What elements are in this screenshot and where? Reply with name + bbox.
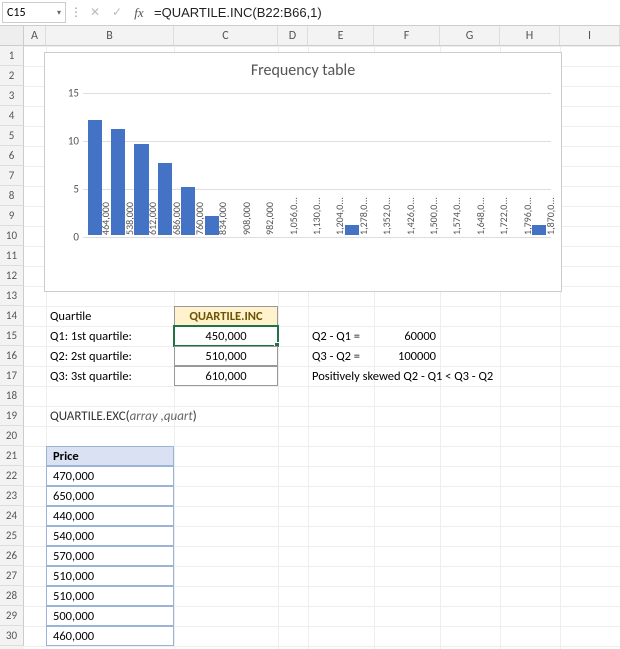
chart-y-tick: 5 bbox=[61, 183, 79, 196]
price-cell: 470,000 bbox=[46, 466, 174, 486]
row-header[interactable]: 19 bbox=[0, 406, 24, 426]
sheet-grid[interactable]: Frequency table 0 5 10 15 464,000538,000612… bbox=[24, 46, 620, 649]
row-header[interactable]: 28 bbox=[0, 586, 24, 606]
row-header[interactable]: 7 bbox=[0, 166, 24, 186]
row-header[interactable]: 8 bbox=[0, 186, 24, 206]
column-header[interactable]: H bbox=[500, 26, 560, 45]
row-header[interactable]: 14 bbox=[0, 306, 24, 326]
price-header: Price bbox=[46, 446, 174, 466]
fx-icon[interactable]: fx bbox=[128, 0, 150, 25]
chart-x-labels: 464,000538,000612,000686,000760,000834,0… bbox=[83, 235, 551, 287]
row-header[interactable]: 11 bbox=[0, 246, 24, 266]
row-header[interactable]: 10 bbox=[0, 226, 24, 246]
quartile-header-label: Quartile bbox=[46, 306, 174, 326]
row-header[interactable]: 4 bbox=[0, 106, 24, 126]
column-header[interactable]: D bbox=[278, 26, 308, 45]
row-header[interactable]: 20 bbox=[0, 426, 24, 446]
column-header[interactable]: E bbox=[308, 26, 374, 45]
quartile-row-label: Q1: 1st quartile: bbox=[46, 326, 174, 346]
active-cell-ref: C15 bbox=[7, 6, 26, 20]
column-header[interactable]: G bbox=[440, 26, 500, 45]
row-headers: 1234567891011121314151617181920212223242… bbox=[0, 46, 24, 649]
chart-title: Frequency table bbox=[45, 61, 561, 80]
chart-y-tick: 15 bbox=[61, 87, 79, 100]
row-header[interactable]: 5 bbox=[0, 126, 24, 146]
divider-dots-icon: ⋮ bbox=[68, 0, 84, 25]
row-header[interactable]: 26 bbox=[0, 546, 24, 566]
name-box[interactable]: C15 ▾ bbox=[2, 2, 66, 23]
price-cell: 440,000 bbox=[46, 506, 174, 526]
row-header[interactable]: 9 bbox=[0, 206, 24, 226]
diff-value: 60000 bbox=[374, 326, 440, 346]
row-header[interactable]: 16 bbox=[0, 346, 24, 366]
excel-viewport: C15 ▾ ⋮ ✕ ✓ fx ABCDEFGHI 123456789101112… bbox=[0, 0, 620, 649]
cancel-icon[interactable]: ✕ bbox=[84, 0, 106, 25]
column-header[interactable]: F bbox=[374, 26, 440, 45]
price-cell: 570,000 bbox=[46, 546, 174, 566]
column-header[interactable]: B bbox=[46, 26, 174, 45]
row-header[interactable]: 23 bbox=[0, 486, 24, 506]
price-cell: 500,000 bbox=[46, 606, 174, 626]
quartile-row-value: 450,000 bbox=[174, 326, 278, 346]
confirm-icon[interactable]: ✓ bbox=[106, 0, 128, 25]
diff-value: 100000 bbox=[374, 346, 440, 366]
row-header[interactable]: 21 bbox=[0, 446, 24, 466]
column-header[interactable]: A bbox=[24, 26, 46, 45]
price-cell: 540,000 bbox=[46, 526, 174, 546]
price-cell: 650,000 bbox=[46, 486, 174, 506]
price-cell: 510,000 bbox=[46, 566, 174, 586]
row-header[interactable]: 15 bbox=[0, 326, 24, 346]
row-header[interactable]: 12 bbox=[0, 266, 24, 286]
select-all-corner[interactable] bbox=[0, 26, 24, 45]
price-cell: 510,000 bbox=[46, 586, 174, 606]
chart-y-tick: 10 bbox=[61, 135, 79, 148]
diff-label: Q2 - Q1 = bbox=[308, 326, 374, 346]
frequency-chart[interactable]: Frequency table 0 5 10 15 464,000538,000612… bbox=[44, 52, 562, 292]
row-header[interactable]: 13 bbox=[0, 286, 24, 306]
row-header[interactable]: 27 bbox=[0, 566, 24, 586]
row-header[interactable]: 29 bbox=[0, 606, 24, 626]
function-signature: QUARTILE.EXC(array ,quart ) bbox=[46, 406, 346, 426]
row-header[interactable]: 25 bbox=[0, 526, 24, 546]
row-header[interactable]: 1 bbox=[0, 46, 24, 66]
row-header[interactable]: 3 bbox=[0, 86, 24, 106]
diff-label: Q3 - Q2 = bbox=[308, 346, 374, 366]
row-header[interactable]: 22 bbox=[0, 466, 24, 486]
column-header[interactable]: I bbox=[560, 26, 620, 45]
row-header[interactable]: 6 bbox=[0, 146, 24, 166]
column-header[interactable]: C bbox=[174, 26, 278, 45]
formula-input[interactable] bbox=[150, 0, 620, 25]
quartile-row-value: 610,000 bbox=[174, 366, 278, 386]
row-header[interactable]: 17 bbox=[0, 366, 24, 386]
quartile-inc-header: QUARTILE.INC bbox=[174, 306, 278, 326]
row-header[interactable]: 18 bbox=[0, 386, 24, 406]
row-header[interactable]: 24 bbox=[0, 506, 24, 526]
quartile-row-label: Q3: 3st quartile: bbox=[46, 366, 174, 386]
price-cell: 460,000 bbox=[46, 626, 174, 646]
quartile-row-value: 510,000 bbox=[174, 346, 278, 366]
chart-y-tick: 0 bbox=[61, 231, 79, 244]
row-header[interactable]: 2 bbox=[0, 66, 24, 86]
column-headers: ABCDEFGHI bbox=[0, 26, 620, 46]
quartile-row-label: Q2: 2st quartile: bbox=[46, 346, 174, 366]
chart-x-tick: 1,870,0... bbox=[544, 197, 596, 235]
chevron-down-icon[interactable]: ▾ bbox=[57, 8, 61, 18]
formula-bar: C15 ▾ ⋮ ✕ ✓ fx bbox=[0, 0, 620, 26]
row-header[interactable]: 30 bbox=[0, 626, 24, 646]
skew-note: Positively skewed Q2 - Q1 < Q3 - Q2 bbox=[308, 366, 568, 386]
